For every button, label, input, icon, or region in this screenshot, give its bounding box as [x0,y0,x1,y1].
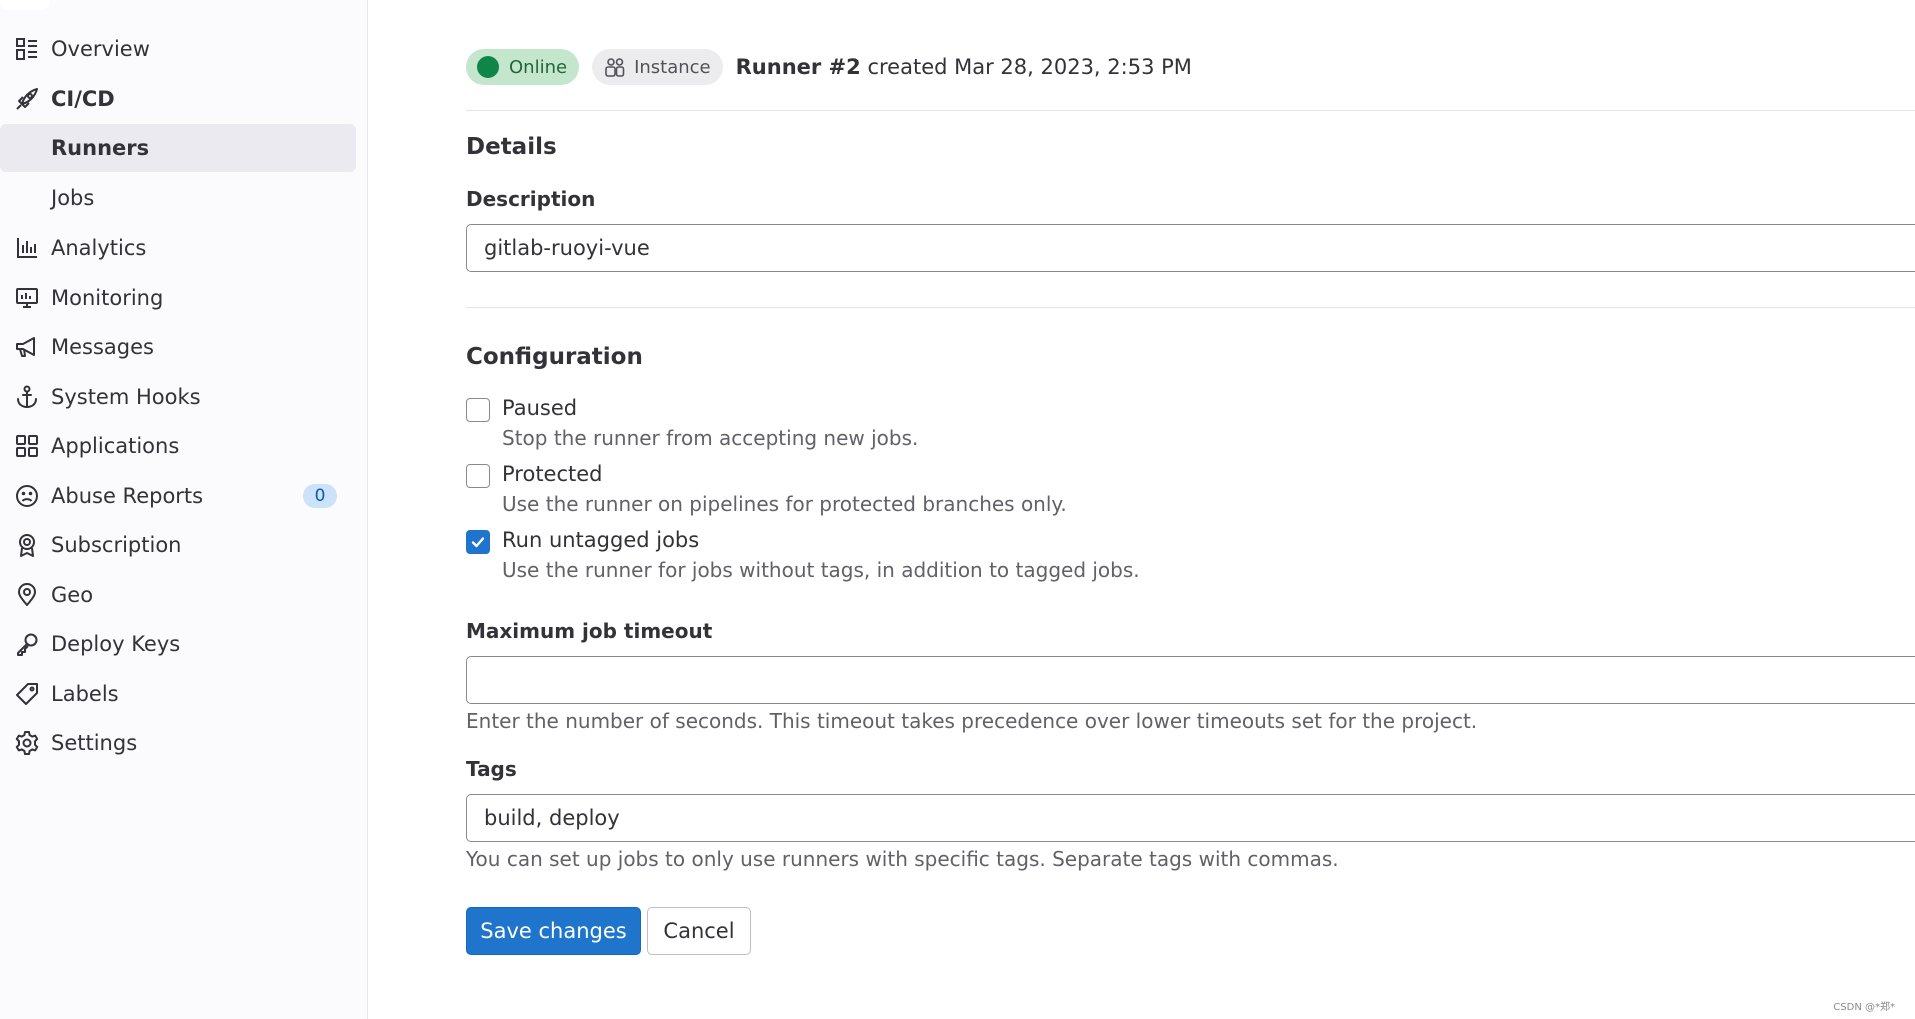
protected-checkbox[interactable] [466,464,490,488]
sidebar-item-overview[interactable]: Overview [0,25,368,73]
runner-name: Runner #2 [735,55,861,79]
gear-icon [14,730,40,756]
tags-input[interactable] [466,794,1915,842]
max-timeout-help: Enter the number of seconds. This timeou… [466,709,1478,733]
description-label: Description [466,187,596,211]
run-untagged-help: Use the runner for jobs without tags, in… [502,558,1140,582]
runner-created-at: created Mar 28, 2023, 2:53 PM [867,55,1192,79]
sidebar-item-label: Subscription [51,533,182,557]
sidebar-item-messages[interactable]: Messages [0,323,368,371]
megaphone-icon [14,334,40,360]
protected-help: Use the runner on pipelines for protecte… [502,492,1067,516]
sidebar-item-label: Applications [51,434,180,458]
tags-help: You can set up jobs to only use runners … [466,847,1339,871]
sidebar-item-label: Overview [51,37,150,61]
sidebar-item-abuse-reports[interactable]: Abuse Reports 0 [0,472,368,520]
status-online-icon [477,56,499,78]
sidebar-item-settings[interactable]: Settings [0,719,368,767]
sidebar-item-label: Settings [51,731,138,755]
protected-label[interactable]: Protected [502,462,603,486]
anchor-icon [14,384,40,410]
admin-sidebar: Overview CI/CD Runners Jobs Analytics Mo… [0,0,368,1019]
checkmark-icon [471,537,485,548]
sidebar-item-label: Labels [51,682,119,706]
sidebar-item-label: Abuse Reports [51,484,204,508]
users-icon [605,58,625,77]
sidebar-item-label: Deploy Keys [51,632,181,656]
max-timeout-label: Maximum job timeout [466,619,713,643]
save-changes-button[interactable]: Save changes [466,907,641,955]
sidebar-item-cicd[interactable]: CI/CD [0,75,368,123]
sidebar-item-label: CI/CD [51,87,115,111]
runner-header: Online Instance Runner #2 created Mar 28… [466,48,1192,86]
runner-type-label: Instance [634,56,711,78]
header-divider [466,110,1915,111]
sidebar-item-applications[interactable]: Applications [0,422,368,470]
sidebar-item-label: Messages [51,335,154,359]
paused-option: Paused Stop the runner from accepting ne… [466,396,1366,456]
paused-help: Stop the runner from accepting new jobs. [502,426,919,450]
abuse-reports-count-badge: 0 [303,484,337,508]
sidebar-item-label: Jobs [51,186,95,210]
run-untagged-checkbox[interactable] [466,530,490,554]
sidebar-item-labels[interactable]: Labels [0,670,368,718]
protected-option: Protected Use the runner on pipelines fo… [466,462,1366,522]
configuration-section-title: Configuration [466,344,643,370]
max-timeout-input[interactable] [466,656,1915,704]
sidebar-item-label: Monitoring [51,286,164,310]
frown-icon [14,483,40,509]
sidebar-item-label: System Hooks [51,385,201,409]
status-badge-label: Online [509,56,568,78]
location-pin-icon [14,582,40,608]
tags-label: Tags [466,757,517,781]
sidebar-item-geo[interactable]: Geo [0,571,368,619]
watermark: CSDN @*郑* [1833,1002,1895,1013]
key-icon [14,631,40,657]
chart-icon [14,235,40,261]
sidebar-item-analytics[interactable]: Analytics [0,224,368,272]
details-section-title: Details [466,134,557,160]
sidebar-item-subscription[interactable]: Subscription [0,521,368,569]
runner-edit-main: Online Instance Runner #2 created Mar 28… [466,0,1915,1019]
runner-type-badge: Instance [592,49,723,85]
cancel-button[interactable]: Cancel [647,907,751,955]
sidebar-item-monitoring[interactable]: Monitoring [0,274,368,322]
paused-checkbox[interactable] [466,398,490,422]
label-tag-icon [14,681,40,707]
paused-label[interactable]: Paused [502,396,577,420]
monitor-icon [14,285,40,311]
rocket-icon [14,86,40,112]
sidebar-item-system-hooks[interactable]: System Hooks [0,373,368,421]
page-title: Runner #2 created Mar 28, 2023, 2:53 PM [736,55,1192,79]
sidebar-item-label: Analytics [51,236,147,260]
description-input[interactable] [466,224,1915,272]
section-divider [466,307,1915,308]
sidebar-item-deploy-keys[interactable]: Deploy Keys [0,620,368,668]
sidebar-item-label: Geo [51,583,94,607]
sidebar-item-runners[interactable]: Runners [0,124,356,172]
sidebar-item-label: Runners [51,136,150,160]
overview-icon [14,36,40,62]
ribbon-icon [14,532,40,558]
run-untagged-option: Run untagged jobs Use the runner for job… [466,528,1366,588]
grid-icon [14,433,40,459]
run-untagged-label[interactable]: Run untagged jobs [502,528,699,552]
sidebar-item-jobs[interactable]: Jobs [0,174,368,222]
status-badge: Online [466,49,580,85]
sidebar-top-logo-stub [0,0,50,10]
